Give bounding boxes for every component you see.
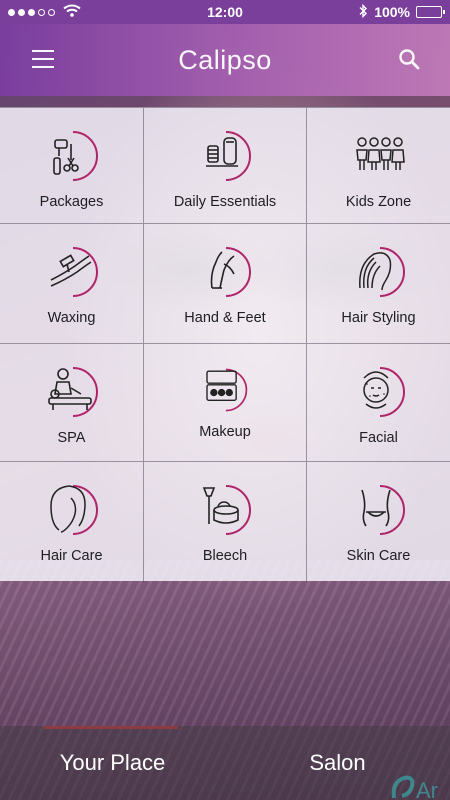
category-waxing[interactable]: Waxing bbox=[0, 224, 144, 344]
category-hair-styling[interactable]: Hair Styling bbox=[307, 224, 450, 344]
category-grid: Packages Daily Essentials Kids Zone Waxi… bbox=[0, 107, 450, 582]
hair-styling-icon bbox=[352, 244, 406, 300]
category-label: Hand & Feet bbox=[184, 310, 266, 326]
category-kids-zone[interactable]: Kids Zone bbox=[307, 108, 450, 224]
category-hand-feet[interactable]: Hand & Feet bbox=[144, 224, 307, 344]
facial-mask-icon bbox=[352, 364, 406, 420]
category-facial[interactable]: Facial bbox=[307, 344, 450, 462]
hair-tools-icon bbox=[45, 128, 99, 184]
category-label: SPA bbox=[57, 430, 86, 446]
category-label: Kids Zone bbox=[345, 194, 412, 210]
category-skin-care[interactable]: Skin Care bbox=[307, 462, 450, 582]
battery-percent: 100% bbox=[374, 4, 410, 20]
battery-icon bbox=[416, 6, 445, 18]
category-label: Hair Styling bbox=[341, 310, 416, 326]
wifi-icon bbox=[63, 4, 81, 20]
hand-feet-icon bbox=[198, 244, 252, 300]
trimmer-icon bbox=[198, 128, 252, 184]
hair-care-icon bbox=[45, 482, 99, 538]
category-label: Facial bbox=[359, 430, 398, 446]
status-bar: 12:00 100% bbox=[0, 0, 450, 24]
bluetooth-icon bbox=[358, 3, 368, 21]
kids-icon bbox=[352, 128, 406, 184]
svg-text:Ar: Ar bbox=[416, 778, 438, 800]
app-title: Calipso bbox=[178, 44, 272, 75]
bleach-brush-icon bbox=[198, 482, 252, 538]
category-label: Packages bbox=[39, 194, 104, 210]
category-label: Skin Care bbox=[346, 548, 411, 564]
category-hair-care[interactable]: Hair Care bbox=[0, 462, 144, 582]
category-label: Waxing bbox=[47, 310, 96, 326]
tab-your-place[interactable]: Your Place bbox=[0, 726, 225, 800]
skin-care-body-icon bbox=[352, 482, 406, 538]
category-makeup[interactable]: Makeup bbox=[144, 344, 307, 462]
signal-strength-icon bbox=[8, 8, 55, 16]
category-label: Hair Care bbox=[40, 548, 103, 564]
category-daily-essentials[interactable]: Daily Essentials bbox=[144, 108, 307, 224]
waxing-leg-icon bbox=[45, 244, 99, 300]
hamburger-menu-icon[interactable] bbox=[32, 50, 54, 68]
category-label: Daily Essentials bbox=[173, 194, 277, 210]
search-icon[interactable] bbox=[398, 48, 420, 70]
makeup-palette-icon bbox=[198, 366, 252, 414]
category-label: Makeup bbox=[199, 424, 251, 440]
category-packages[interactable]: Packages bbox=[0, 108, 144, 224]
category-spa[interactable]: SPA bbox=[0, 344, 144, 462]
category-label: Bleech bbox=[202, 548, 248, 564]
category-bleech[interactable]: Bleech bbox=[144, 462, 307, 582]
spa-massage-icon bbox=[45, 364, 99, 420]
watermark-logo: Ar bbox=[380, 760, 450, 800]
app-header: Calipso bbox=[0, 24, 450, 96]
